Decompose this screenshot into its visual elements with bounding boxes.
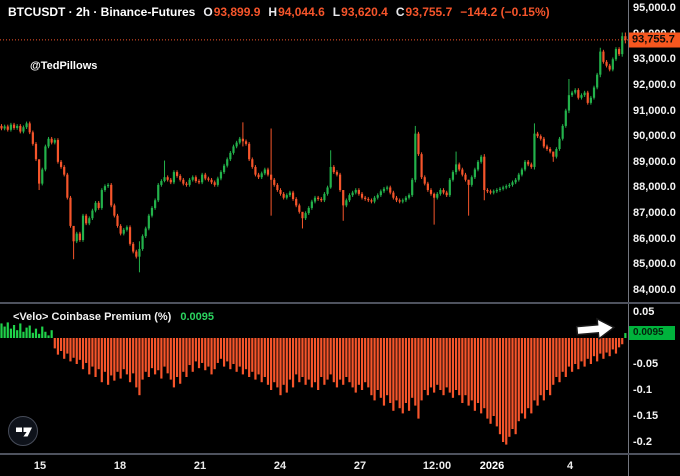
time-tick-label: 2026 <box>480 460 504 472</box>
indicator-tick-label: -0.15 <box>633 410 658 422</box>
indicator-name[interactable]: <Velo> Coinbase Premium (%) <box>13 311 171 323</box>
time-tick-label: 18 <box>114 460 126 472</box>
time-tick-label: 15 <box>34 460 46 472</box>
last-price-label: 93,755.7 <box>629 32 680 47</box>
time-axis-divider[interactable] <box>0 453 680 455</box>
indicator-current-value: 0.0095 <box>180 311 214 323</box>
price-axis-border <box>628 0 629 476</box>
price-tick-label: 84,000.0 <box>633 284 676 296</box>
arrow-annotation-icon <box>574 314 618 344</box>
time-tick-label: 4 <box>567 460 573 472</box>
price-tick-label: 88,000.0 <box>633 181 676 193</box>
price-tick-label: 92,000.0 <box>633 79 676 91</box>
symbol-title[interactable]: BTCUSDT · 2h · Binance-Futures <box>8 5 195 19</box>
ohlc-open: O 93,899.9 <box>203 5 260 19</box>
indicator-tick-label: -0.2 <box>633 436 652 448</box>
price-tick-label: 90,000.0 <box>633 130 676 142</box>
indicator-tick-label: 0.05 <box>633 306 654 318</box>
symbol-info-bar: BTCUSDT · 2h · Binance-Futures O 93,899.… <box>8 5 550 19</box>
price-tick-label: 93,000.0 <box>633 53 676 65</box>
price-tick-label: 89,000.0 <box>633 156 676 168</box>
indicator-value-label: 0.0095 <box>629 326 675 340</box>
tradingview-logo-icon <box>9 416 37 446</box>
time-tick-label: 24 <box>274 460 286 472</box>
indicator-tick-label: -0.05 <box>633 358 658 370</box>
tradingview-chart-window: BTCUSDT · 2h · Binance-Futures O 93,899.… <box>0 0 680 476</box>
indicator-title-row: <Velo> Coinbase Premium (%) 0.0095 <box>13 311 214 323</box>
time-tick-label: 21 <box>194 460 206 472</box>
pane-divider[interactable] <box>0 302 680 304</box>
ohlc-close: C 93,755.7 <box>396 5 452 19</box>
ohlc-low: L 93,620.4 <box>333 5 388 19</box>
price-change: −144.2 (−0.15%) <box>460 5 549 19</box>
ohlc-high: H 94,044.6 <box>268 5 324 19</box>
price-tick-label: 95,000.0 <box>633 2 676 14</box>
price-tick-label: 85,000.0 <box>633 258 676 270</box>
price-tick-label: 86,000.0 <box>633 233 676 245</box>
price-tick-label: 87,000.0 <box>633 207 676 219</box>
tradingview-logo[interactable] <box>8 416 38 446</box>
time-tick-label: 12:00 <box>423 460 451 472</box>
price-tick-label: 91,000.0 <box>633 105 676 117</box>
watermark-handle: @TedPillows <box>30 60 97 72</box>
indicator-tick-label: -0.1 <box>633 384 652 396</box>
time-tick-label: 27 <box>354 460 366 472</box>
